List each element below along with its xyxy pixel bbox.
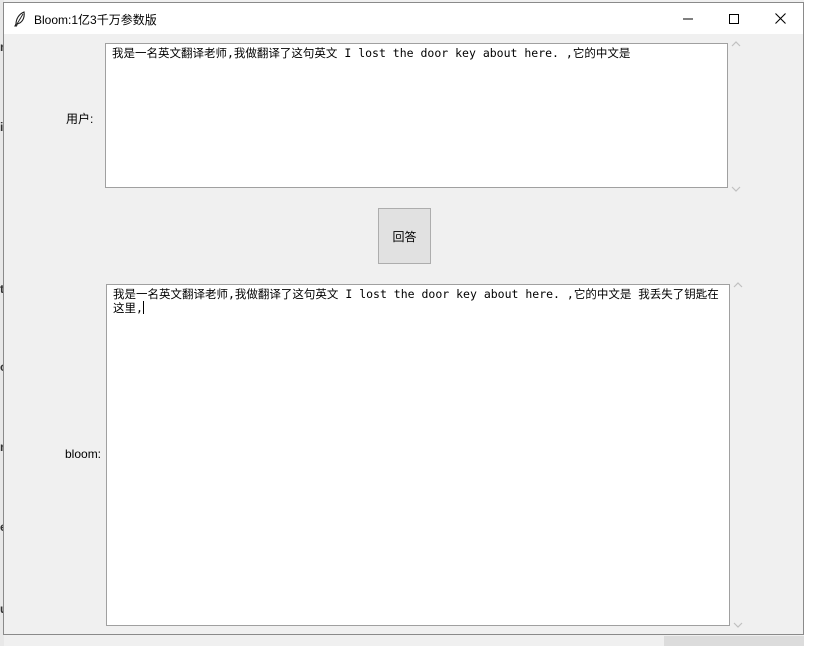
- chevron-up-icon[interactable]: [733, 281, 743, 289]
- minimize-button[interactable]: [665, 3, 711, 34]
- bloom-output-text: 我是一名英文翻译老师,我做翻译了这句英文 I lost the door key…: [113, 287, 719, 315]
- answer-button[interactable]: 回答: [378, 208, 431, 264]
- user-input-scrollbar[interactable]: [729, 37, 743, 195]
- user-input-textarea[interactable]: 我是一名英文翻译老师,我做翻译了这句英文 I lost the door key…: [105, 43, 728, 188]
- window-title: Bloom:1亿3千万参数版: [34, 13, 157, 27]
- feather-icon: [14, 11, 25, 27]
- background-desktop-strip: [664, 636, 804, 646]
- text-cursor: [142, 301, 144, 314]
- title-bar[interactable]: Bloom:1亿3千万参数版: [4, 3, 803, 35]
- chevron-down-icon[interactable]: [731, 185, 741, 193]
- close-icon: [774, 13, 786, 24]
- chevron-down-icon[interactable]: [733, 621, 743, 629]
- close-button[interactable]: [757, 3, 803, 34]
- minimize-icon: [683, 18, 693, 19]
- background-desktop: [804, 0, 819, 646]
- user-label: 用户:: [66, 112, 94, 126]
- maximize-button[interactable]: [711, 3, 757, 34]
- bloom-output-textarea[interactable]: 我是一名英文翻译老师,我做翻译了这句英文 I lost the door key…: [106, 284, 730, 626]
- bloom-label: bloom:: [65, 447, 102, 461]
- bloom-output-scrollbar[interactable]: [731, 278, 745, 633]
- app-window: Bloom:1亿3千万参数版 用户: 我是一名英文翻译老师,我做翻译了这句英文 …: [3, 2, 804, 635]
- chevron-up-icon[interactable]: [731, 40, 741, 48]
- maximize-icon: [729, 13, 739, 24]
